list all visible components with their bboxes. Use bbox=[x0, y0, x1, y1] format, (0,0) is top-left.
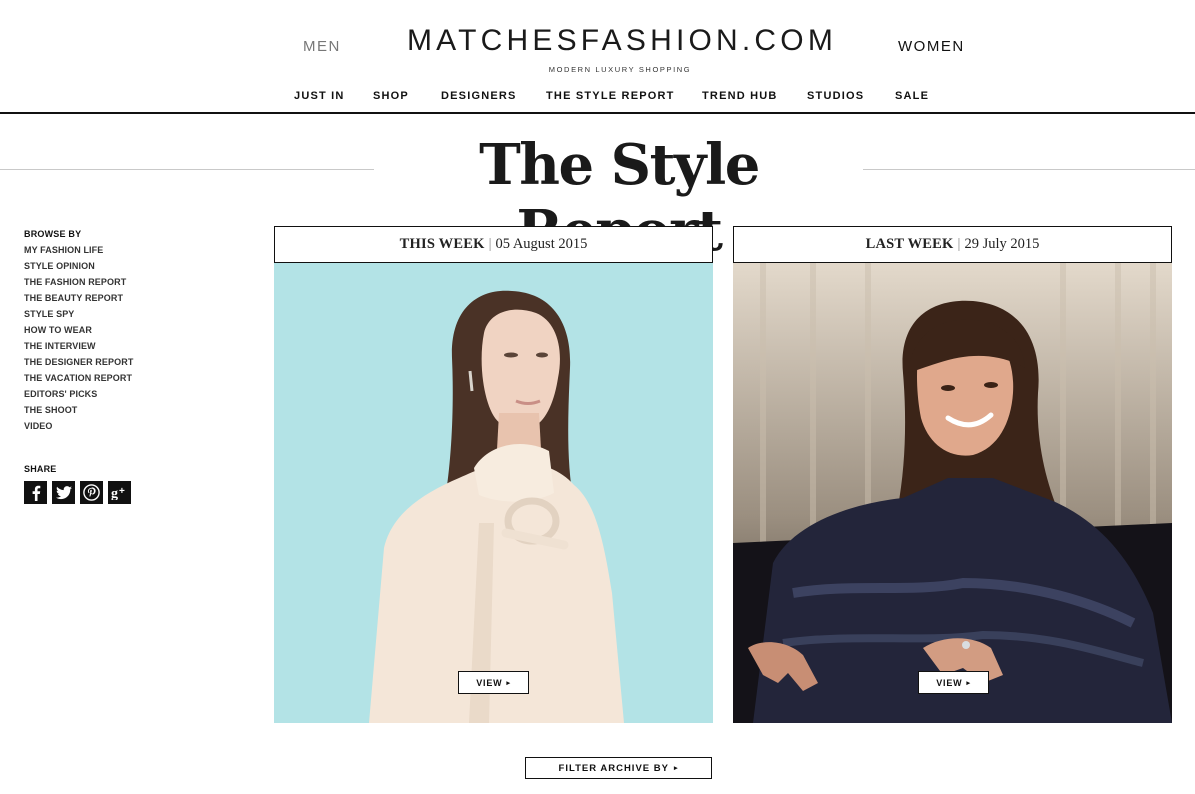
sidebar-item-the-beauty-report[interactable]: THE BEAUTY REPORT bbox=[24, 292, 224, 308]
this-week-header[interactable]: THIS WEEK | 05 August 2015 bbox=[274, 226, 713, 263]
site-tagline: MODERN LUXURY SHOPPING bbox=[548, 65, 692, 74]
last-week-header[interactable]: LAST WEEK | 29 July 2015 bbox=[733, 226, 1172, 263]
sidebar-item-how-to-wear[interactable]: HOW TO WEAR bbox=[24, 324, 224, 340]
nav-studios[interactable]: STUDIOS bbox=[807, 90, 864, 102]
caret-right-icon: ▸ bbox=[673, 765, 679, 772]
this-week-date: 05 August 2015 bbox=[495, 236, 588, 252]
caret-right-icon: ▸ bbox=[506, 679, 511, 687]
share-icons: g + bbox=[24, 481, 131, 504]
sidebar-item-the-fashion-report[interactable]: THE FASHION REPORT bbox=[24, 276, 224, 292]
sidebar-item-the-vacation-report[interactable]: THE VACATION REPORT bbox=[24, 372, 224, 388]
pinterest-icon[interactable] bbox=[80, 481, 103, 504]
last-week-label: LAST WEEK bbox=[865, 236, 954, 252]
last-week-view-button[interactable]: VIEW ▸ bbox=[918, 671, 989, 694]
svg-text:g: g bbox=[111, 487, 118, 501]
sidebar-item-the-shoot[interactable]: THE SHOOT bbox=[24, 404, 224, 420]
facebook-icon[interactable] bbox=[24, 481, 47, 504]
svg-text:+: + bbox=[119, 486, 125, 497]
women-link[interactable]: WOMEN bbox=[898, 38, 965, 55]
browse-heading: BROWSE BY bbox=[24, 229, 82, 239]
sidebar-item-the-designer-report[interactable]: THE DESIGNER REPORT bbox=[24, 356, 224, 372]
filter-archive-label: FILTER ARCHIVE BY bbox=[558, 762, 669, 774]
this-week-image[interactable] bbox=[274, 263, 713, 723]
last-week-image[interactable] bbox=[733, 263, 1172, 723]
site-header: MEN MATCHESFASHION.COM WOMEN MODERN LUXU… bbox=[0, 0, 1195, 114]
nav-trend-hub[interactable]: TREND HUB bbox=[702, 90, 778, 102]
sidebar-item-style-opinion[interactable]: STYLE OPINION bbox=[24, 260, 224, 276]
share-section: SHARE g + bbox=[24, 463, 131, 504]
main-nav: JUST IN SHOP DESIGNERS THE STYLE REPORT … bbox=[0, 90, 1195, 106]
title-rule-left bbox=[0, 169, 374, 170]
filter-archive-button[interactable]: FILTER ARCHIVE BY ▸ bbox=[525, 757, 712, 779]
men-link[interactable]: MEN bbox=[303, 38, 341, 55]
site-logo[interactable]: MATCHESFASHION.COM bbox=[370, 24, 874, 58]
google-plus-icon[interactable]: g + bbox=[108, 481, 131, 504]
caret-right-icon: ▸ bbox=[966, 679, 971, 687]
sidebar-item-editors-picks[interactable]: EDITORS' PICKS bbox=[24, 388, 224, 404]
this-week-label: THIS WEEK bbox=[399, 236, 485, 252]
sidebar-item-video[interactable]: VIDEO bbox=[24, 420, 224, 436]
nav-just-in[interactable]: JUST IN bbox=[294, 90, 345, 102]
last-week-date: 29 July 2015 bbox=[964, 236, 1040, 252]
this-week-view-button[interactable]: VIEW ▸ bbox=[458, 671, 529, 694]
title-rule-right bbox=[863, 169, 1195, 170]
nav-shop[interactable]: SHOP bbox=[373, 90, 409, 102]
browse-sidebar: BROWSE BY MY FASHION LIFE STYLE OPINION … bbox=[24, 228, 224, 436]
header-separator: | bbox=[957, 236, 961, 252]
nav-designers[interactable]: DESIGNERS bbox=[441, 90, 517, 102]
last-week-card[interactable]: LAST WEEK | 29 July 2015 VIEW ▸ bbox=[733, 226, 1172, 723]
share-heading: SHARE bbox=[24, 464, 57, 474]
header-separator: | bbox=[488, 236, 492, 252]
nav-sale[interactable]: SALE bbox=[895, 90, 929, 102]
view-label: VIEW bbox=[936, 677, 963, 688]
twitter-icon[interactable] bbox=[52, 481, 75, 504]
sidebar-item-the-interview[interactable]: THE INTERVIEW bbox=[24, 340, 224, 356]
this-week-card[interactable]: THIS WEEK | 05 August 2015 VIEW ▸ bbox=[274, 226, 713, 723]
view-label: VIEW bbox=[476, 677, 503, 688]
sidebar-item-style-spy[interactable]: STYLE SPY bbox=[24, 308, 224, 324]
sidebar-item-my-fashion-life[interactable]: MY FASHION LIFE bbox=[24, 244, 224, 260]
nav-the-style-report[interactable]: THE STYLE REPORT bbox=[546, 90, 675, 102]
